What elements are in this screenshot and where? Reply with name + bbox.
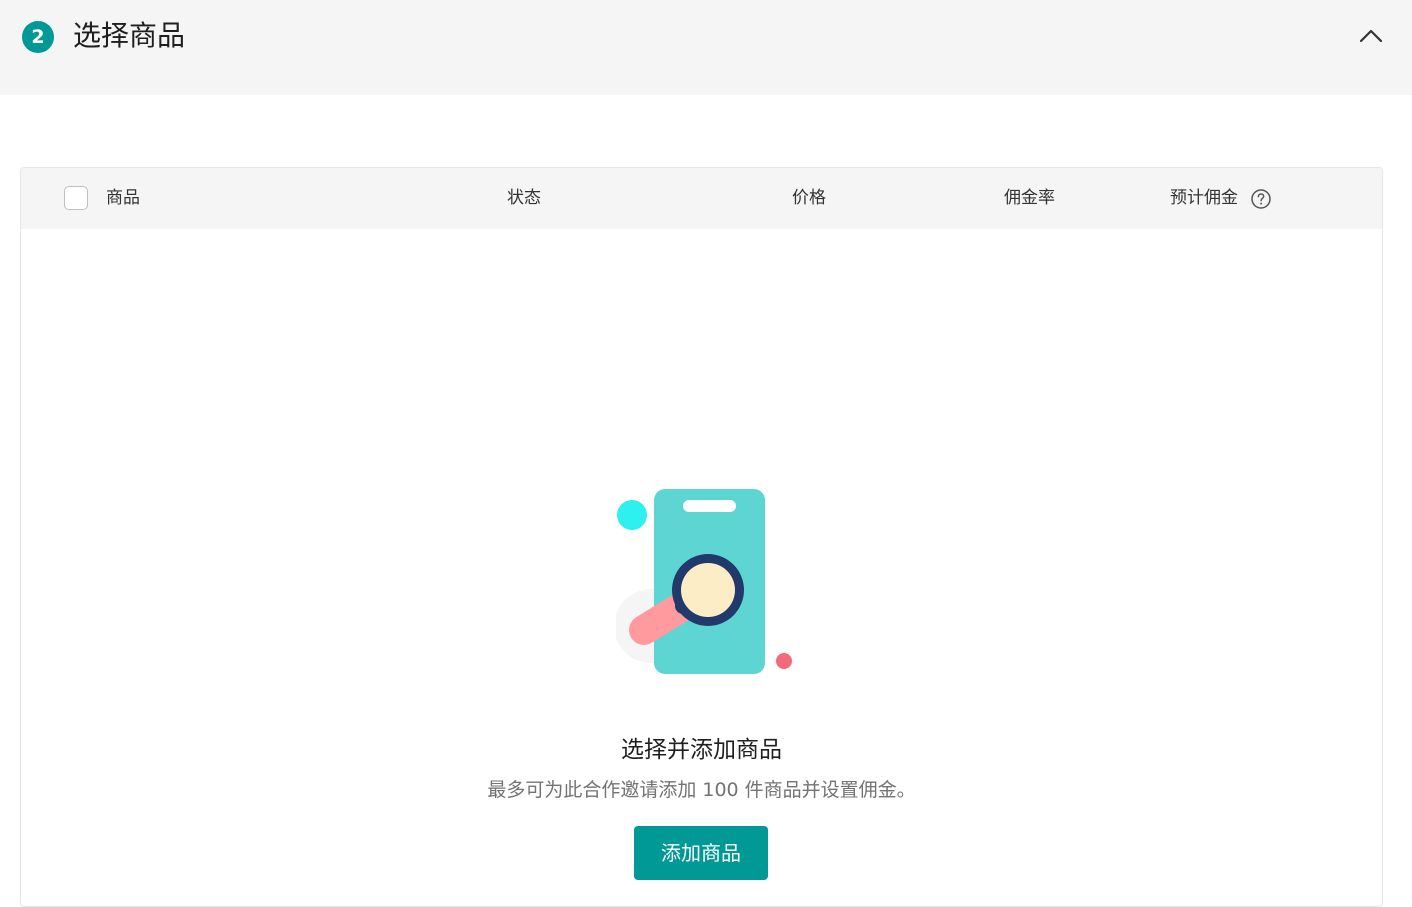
column-header-price: 价格 [792,188,826,208]
section-header: 2 选择商品 [0,0,1412,95]
product-table: 商品 状态 价格 佣金率 预计佣金 选择并添加商品 最多可为此合作邀请添加 10… [20,167,1383,907]
phone-magnifier-illustration [616,489,792,674]
chevron-up-icon[interactable] [1356,24,1386,48]
empty-state-title: 选择并添加商品 [621,737,782,763]
column-header-commission-rate: 佣金率 [1004,188,1055,208]
question-circle-icon[interactable] [1250,188,1272,210]
table-header: 商品 状态 价格 佣金率 预计佣金 [21,168,1382,229]
column-header-product: 商品 [106,188,140,208]
section-title: 选择商品 [73,19,186,52]
select-all-checkbox[interactable] [64,186,88,210]
add-product-button[interactable]: 添加商品 [634,826,768,880]
empty-state-description: 最多可为此合作邀请添加 100 件商品并设置佣金。 [487,779,916,801]
step-number-badge: 2 [22,21,54,53]
column-header-status: 状态 [507,188,541,208]
column-header-estimated-commission: 预计佣金 [1170,188,1238,208]
